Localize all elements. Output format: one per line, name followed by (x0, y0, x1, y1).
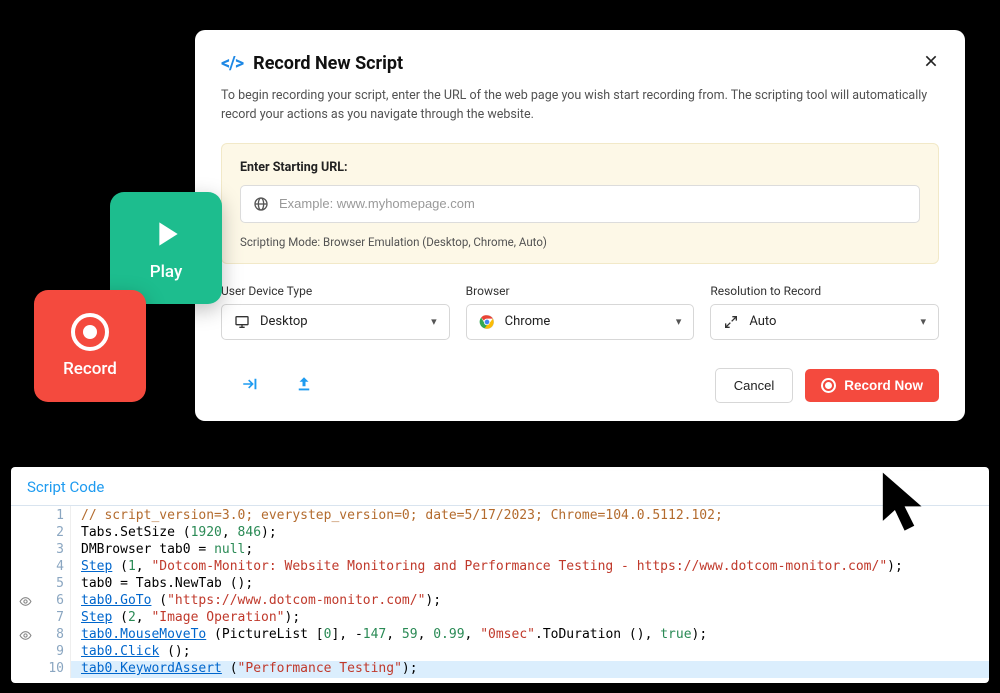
script-code-panel: Script Code 12345678910 // script_versio… (11, 467, 989, 683)
record-now-label: Record Now (844, 378, 923, 393)
url-input-wrap[interactable] (240, 185, 920, 223)
device-type-select[interactable]: Desktop ▾ (221, 304, 450, 340)
gutter-breakpoints (11, 506, 39, 678)
record-script-modal: </> Record New Script To begin recording… (195, 30, 965, 421)
scripting-mode-text: Scripting Mode: Browser Emulation (Deskt… (240, 235, 920, 249)
record-tile-label: Record (63, 359, 117, 379)
desktop-icon (234, 314, 250, 330)
play-tile-label: Play (150, 262, 183, 282)
modal-description: To begin recording your script, enter th… (221, 87, 939, 125)
globe-icon (253, 196, 269, 212)
chrome-icon (479, 314, 495, 330)
play-tile[interactable]: Play (110, 192, 222, 304)
resolution-value: Auto (749, 314, 776, 329)
chevron-down-icon: ▾ (676, 315, 682, 328)
record-now-button[interactable]: Record Now (805, 369, 939, 402)
url-label: Enter Starting URL: (240, 160, 920, 175)
cursor-icon (878, 470, 936, 538)
device-type-label: User Device Type (221, 284, 450, 298)
cancel-button[interactable]: Cancel (715, 368, 793, 403)
expand-icon (723, 314, 739, 330)
upload-icon (295, 375, 313, 393)
browser-label: Browser (466, 284, 695, 298)
chevron-down-icon: ▾ (920, 315, 926, 328)
import-button[interactable] (241, 375, 259, 396)
resolution-select[interactable]: Auto ▾ (710, 304, 939, 340)
arrow-right-stop-icon (241, 375, 259, 393)
script-code-tab[interactable]: Script Code (11, 467, 989, 506)
url-panel: Enter Starting URL: Scripting Mode: Brow… (221, 143, 939, 264)
upload-button[interactable] (295, 375, 313, 396)
close-button[interactable] (923, 52, 939, 75)
chevron-down-icon: ▾ (431, 315, 437, 328)
url-input[interactable] (279, 196, 907, 211)
gutter-line-numbers: 12345678910 (39, 506, 71, 678)
device-type-value: Desktop (260, 314, 308, 329)
record-icon (821, 378, 836, 393)
browser-select[interactable]: Chrome ▾ (466, 304, 695, 340)
resolution-label: Resolution to Record (710, 284, 939, 298)
record-tile[interactable]: Record (34, 290, 146, 402)
record-icon (71, 313, 109, 351)
close-icon (923, 53, 939, 69)
modal-title: Record New Script (253, 53, 913, 74)
play-icon (146, 214, 186, 254)
code-lines[interactable]: // script_version=3.0; everystep_version… (71, 506, 989, 678)
code-icon: </> (221, 53, 243, 74)
browser-value: Chrome (505, 314, 551, 329)
